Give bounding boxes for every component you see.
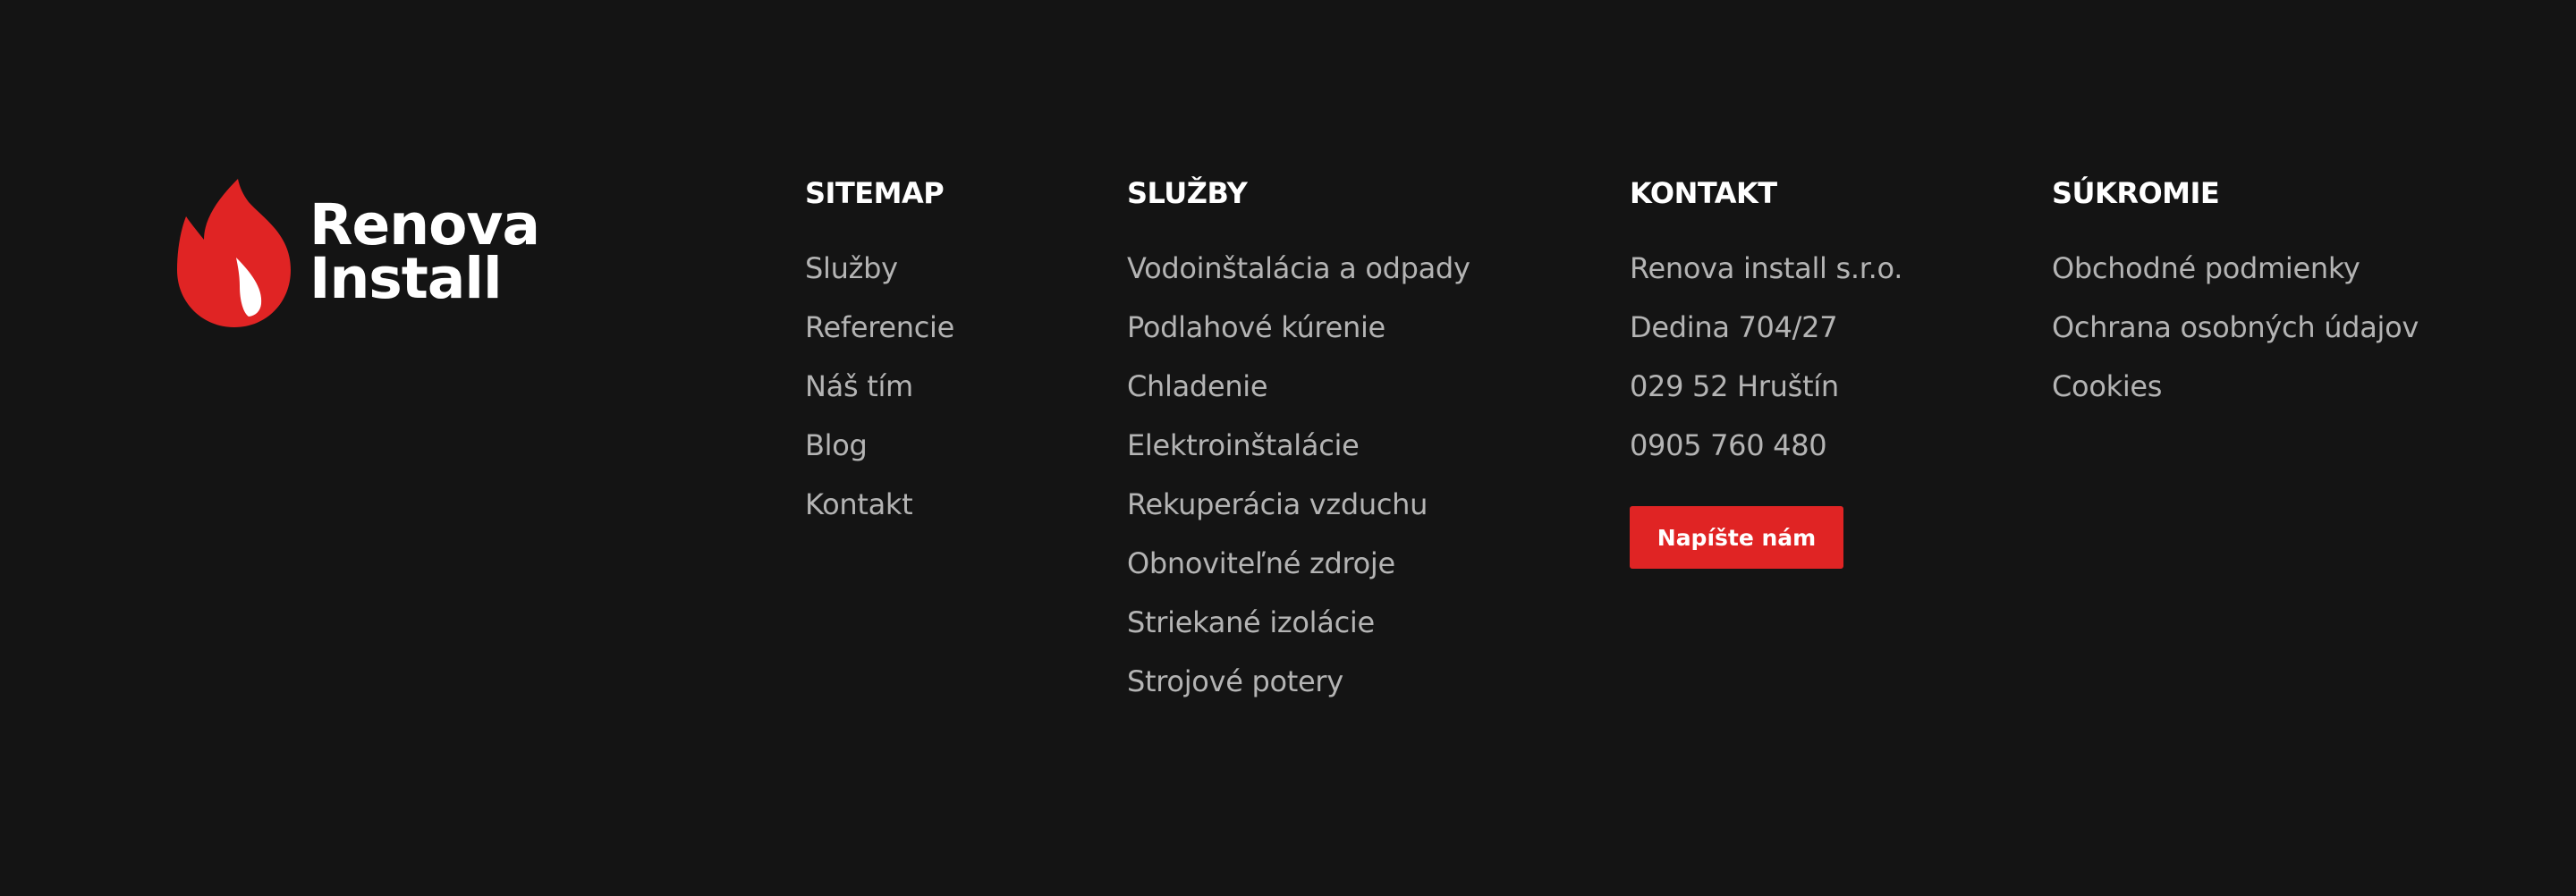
list-item: Služby (805, 239, 954, 298)
phone-link[interactable]: 0905 760 480 (1630, 428, 1827, 462)
services-list: Vodoinštalácia a odpady Podlahové kúreni… (1127, 239, 1470, 711)
service-link-strojove-potery[interactable]: Strojové potery (1127, 664, 1343, 698)
list-item: Kontakt (805, 475, 954, 534)
write-to-us-button[interactable]: Napíšte nám (1630, 506, 1843, 569)
list-item: Obnoviteľné zdroje (1127, 534, 1470, 593)
sitemap-link-nas-tim[interactable]: Náš tím (805, 369, 913, 403)
service-link-chladenie[interactable]: Chladenie (1127, 369, 1268, 403)
privacy-link-terms[interactable]: Obchodné podmienky (2052, 251, 2360, 285)
sitemap-list: Služby Referencie Náš tím Blog Kontakt (805, 239, 954, 534)
privacy-list: Obchodné podmienky Ochrana osobných údaj… (2052, 239, 2419, 416)
list-item: Strojové potery (1127, 652, 1470, 711)
sitemap-link-blog[interactable]: Blog (805, 428, 868, 462)
sitemap-link-kontakt[interactable]: Kontakt (805, 487, 913, 521)
list-item: Vodoinštalácia a odpady (1127, 239, 1470, 298)
brand-logo[interactable]: Renova Install (177, 177, 540, 327)
site-footer: Renova Install SITEMAP Služby Referencie… (0, 0, 2576, 896)
privacy-heading: SÚKROMIE (2052, 176, 2220, 210)
service-link-rekuperacia[interactable]: Rekuperácia vzduchu (1127, 487, 1428, 521)
contact-city: 029 52 Hruštín (1630, 369, 1839, 403)
service-link-podlahove-kurenie[interactable]: Podlahové kúrenie (1127, 310, 1385, 344)
service-link-obnovitelne-zdroje[interactable]: Obnoviteľné zdroje (1127, 546, 1395, 580)
service-link-vodoinstalacia[interactable]: Vodoinštalácia a odpady (1127, 251, 1470, 285)
contact-list: Renova install s.r.o. Dedina 704/27 029 … (1630, 239, 1902, 475)
privacy-link-gdpr[interactable]: Ochrana osobných údajov (2052, 310, 2419, 344)
list-item: Náš tím (805, 357, 954, 416)
contact-column: KONTAKT Renova install s.r.o. Dedina 704… (1630, 176, 1902, 569)
list-item: Referencie (805, 298, 954, 357)
list-item: Striekané izolácie (1127, 593, 1470, 652)
sitemap-link-sluzby[interactable]: Služby (805, 251, 898, 285)
service-link-striekane-izolacie[interactable]: Striekané izolácie (1127, 605, 1375, 639)
services-heading: SLUŽBY (1127, 176, 1248, 210)
brand-wordmark: Renova Install (309, 192, 540, 311)
privacy-column: SÚKROMIE Obchodné podmienky Ochrana osob… (2052, 176, 2419, 416)
contact-phone: 0905 760 480 (1630, 416, 1902, 475)
services-column: SLUŽBY Vodoinštalácia a odpady Podlahové… (1127, 176, 1470, 711)
service-link-elektroinstalacie[interactable]: Elektroinštalácie (1127, 428, 1360, 462)
brand-line-1: Renova (309, 192, 540, 258)
list-item: Podlahové kúrenie (1127, 298, 1470, 357)
list-item: Obchodné podmienky (2052, 239, 2419, 298)
flame-icon (177, 179, 291, 327)
brand-line-2: Install (309, 246, 503, 311)
sitemap-link-referencie[interactable]: Referencie (805, 310, 954, 344)
contact-heading: KONTAKT (1630, 176, 1777, 210)
list-item: Ochrana osobných údajov (2052, 298, 2419, 357)
list-item: Blog (805, 416, 954, 475)
list-item: Chladenie (1127, 357, 1470, 416)
contact-company: Renova install s.r.o. (1630, 251, 1903, 285)
list-item: Cookies (2052, 357, 2419, 416)
sitemap-column: SITEMAP Služby Referencie Náš tím Blog K… (805, 176, 954, 534)
privacy-link-cookies[interactable]: Cookies (2052, 369, 2162, 403)
list-item: Elektroinštalácie (1127, 416, 1470, 475)
sitemap-heading: SITEMAP (805, 176, 945, 210)
contact-street: Dedina 704/27 (1630, 310, 1838, 344)
list-item: Rekuperácia vzduchu (1127, 475, 1470, 534)
